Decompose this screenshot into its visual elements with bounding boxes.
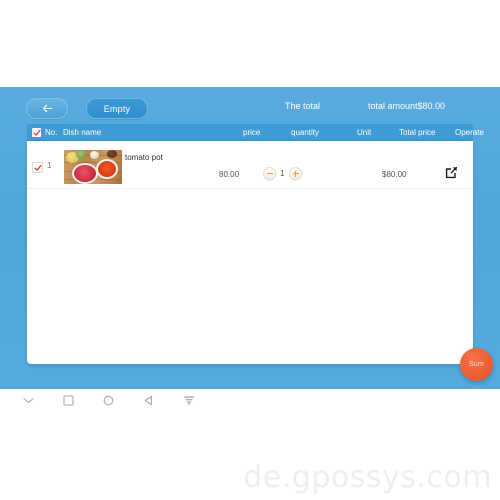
dish-thumbnail [64, 150, 122, 184]
table-header-row: No. Dish name price quantity Unit Total … [27, 124, 484, 141]
edit-row-button[interactable] [445, 166, 458, 179]
column-header-no: No. [45, 128, 58, 137]
the-total-label: The total [285, 101, 321, 111]
decrease-quantity-button[interactable] [263, 167, 276, 180]
triangle-back-icon[interactable] [142, 394, 155, 407]
column-header-total-price: Total price [399, 128, 436, 137]
quantity-value: 1 [280, 169, 285, 178]
check-icon [33, 129, 41, 136]
row-select-checkbox[interactable] [32, 162, 43, 173]
increase-quantity-button[interactable] [289, 167, 302, 180]
sum-button-label: Sum [469, 361, 484, 368]
cell-total-price: $80.00 [382, 170, 407, 179]
keyboard-hide-icon[interactable] [182, 394, 195, 407]
column-header-unit: Unit [357, 128, 372, 137]
select-all-checkbox[interactable] [32, 128, 41, 137]
empty-button-label: Empty [103, 103, 131, 114]
dish-name-label: tomato pot [125, 153, 163, 162]
sum-button[interactable]: Sum [460, 348, 493, 381]
check-icon [34, 164, 42, 171]
row-index: 1 [47, 161, 52, 170]
arrow-left-icon [42, 104, 53, 113]
column-header-quantity: quantity [291, 128, 320, 137]
plus-icon-vertical [295, 170, 296, 177]
system-navigation-bar [0, 389, 500, 412]
minus-icon [266, 173, 273, 174]
empty-button[interactable]: Empty [86, 98, 148, 119]
column-header-dish-name: Dish name [63, 128, 102, 137]
total-amount-label: total amount$80.00 [368, 101, 446, 111]
circle-icon[interactable] [102, 394, 115, 407]
column-header-price: price [243, 128, 261, 137]
cell-price: 80.00 [219, 170, 240, 179]
watermark-text: de.gpossys.com [243, 460, 492, 495]
quantity-stepper[interactable]: 1 [263, 167, 302, 180]
back-button[interactable] [26, 98, 68, 119]
column-header-operate: Operate [455, 128, 484, 137]
watermark: de.gpossys.com [0, 455, 500, 500]
square-icon[interactable] [62, 394, 75, 407]
edit-icon [445, 166, 458, 179]
chevron-down-icon[interactable] [22, 394, 35, 407]
